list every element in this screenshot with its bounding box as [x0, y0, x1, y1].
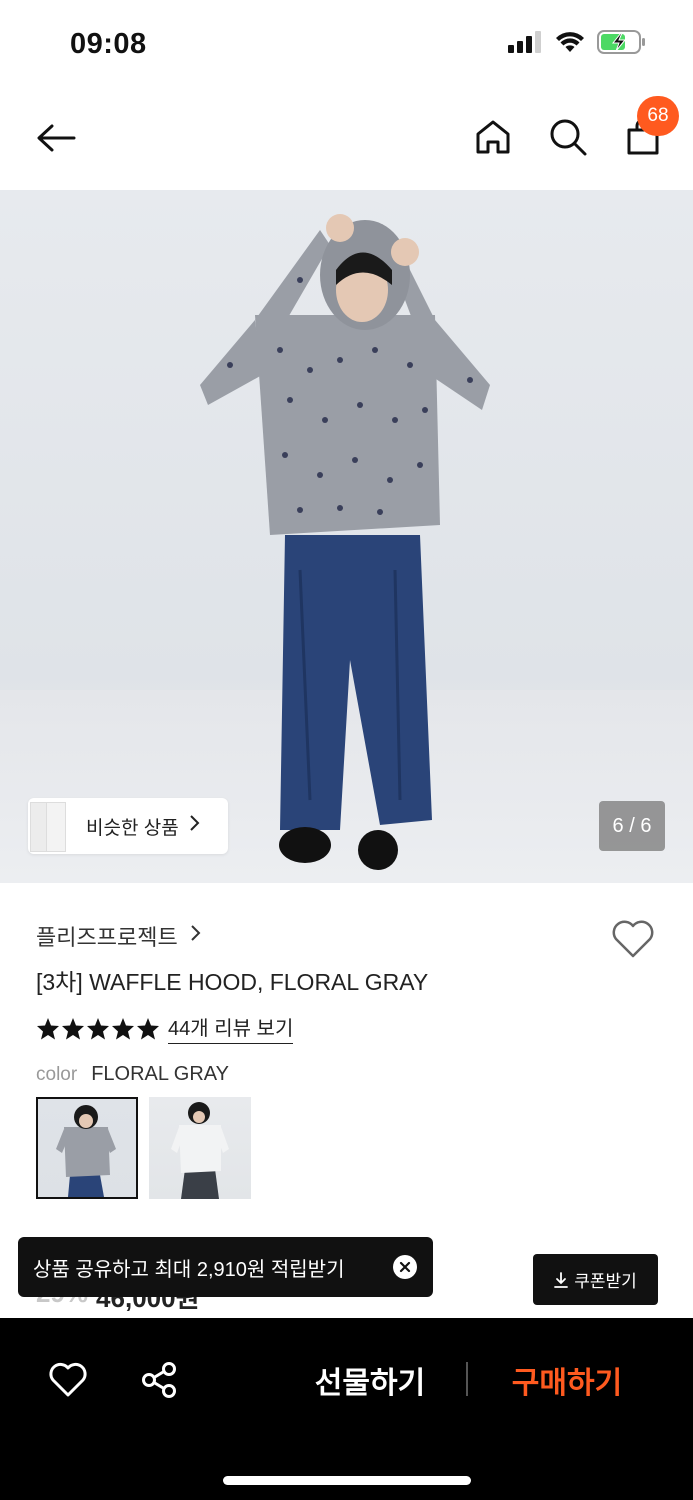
download-icon: [554, 1271, 569, 1288]
brand-name: 플리즈프로젝트: [36, 925, 178, 950]
search-icon: [550, 119, 587, 156]
coupon-label: 쿠폰받기: [574, 1272, 637, 1291]
heart-outline-icon: [49, 1362, 87, 1397]
heart-outline-icon: [612, 920, 654, 958]
status-icons: [507, 30, 647, 59]
like-button[interactable]: [46, 1358, 90, 1402]
back-button[interactable]: [32, 116, 80, 160]
chevron-right-icon: [189, 814, 201, 838]
share-icon: [142, 1362, 176, 1398]
bottom-action-bar: 선물하기 구매하기: [0, 1318, 693, 1500]
gift-button[interactable]: 선물하기: [300, 1356, 440, 1404]
image-page-counter: 6 / 6: [599, 801, 665, 851]
status-bar: 09:08: [0, 0, 693, 90]
home-button[interactable]: [470, 114, 516, 160]
home-icon: [476, 120, 510, 154]
brand-link[interactable]: 플리즈프로젝트: [36, 920, 202, 952]
coupon-download-button[interactable]: 쿠폰받기: [533, 1254, 658, 1305]
cart-count-badge: 68: [637, 96, 679, 136]
star-icon: [112, 1017, 134, 1039]
share-reward-toast[interactable]: 상품 공유하고 최대 2,910원 적립받기: [18, 1237, 433, 1297]
star-icon: [62, 1017, 84, 1039]
product-image-carousel[interactable]: 비슷한 상품 6 / 6: [0, 190, 693, 883]
color-swatch-floral-gray[interactable]: [36, 1097, 138, 1199]
close-icon[interactable]: [393, 1255, 417, 1279]
status-time: 09:08: [70, 28, 147, 60]
arrow-left-icon: [37, 124, 76, 152]
product-photo-model: [200, 214, 490, 870]
color-label: color: [36, 1064, 78, 1085]
star-icon: [87, 1017, 109, 1039]
similar-products-thumbnail: [30, 798, 66, 854]
wifi-icon: [555, 31, 585, 58]
divider: [466, 1362, 468, 1396]
top-nav: 68: [0, 90, 693, 190]
swatch-thumbnail: [56, 1105, 116, 1197]
share-button[interactable]: [137, 1358, 181, 1402]
color-swatch-alt[interactable]: [149, 1097, 251, 1199]
star-icon: [137, 1017, 159, 1039]
star-icon: [37, 1017, 59, 1039]
rating-row: 44개 리뷰 보기: [36, 1012, 294, 1044]
wishlist-button[interactable]: [609, 916, 657, 962]
product-title: [3차] WAFFLE HOOD, FLORAL GRAY: [36, 969, 429, 995]
search-button[interactable]: [545, 114, 591, 160]
home-indicator[interactable]: [223, 1476, 471, 1485]
color-value: FLORAL GRAY: [91, 1063, 229, 1085]
battery-charging-icon: [597, 30, 647, 59]
buy-button[interactable]: 구매하기: [497, 1356, 637, 1404]
toast-text: 상품 공유하고 최대 2,910원 적립받기: [33, 1258, 345, 1281]
similar-products-label: 비슷한 상품: [86, 817, 179, 839]
color-row: color FLORAL GRAY: [36, 1063, 229, 1086]
review-link[interactable]: 44개 리뷰 보기: [168, 1012, 294, 1044]
similar-products-button[interactable]: 비슷한 상품: [28, 798, 228, 854]
swatch-thumbnail: [171, 1102, 229, 1199]
chevron-right-icon: [190, 924, 202, 948]
rating-stars: [36, 1017, 160, 1040]
cellular-signal-icon: [507, 31, 543, 58]
